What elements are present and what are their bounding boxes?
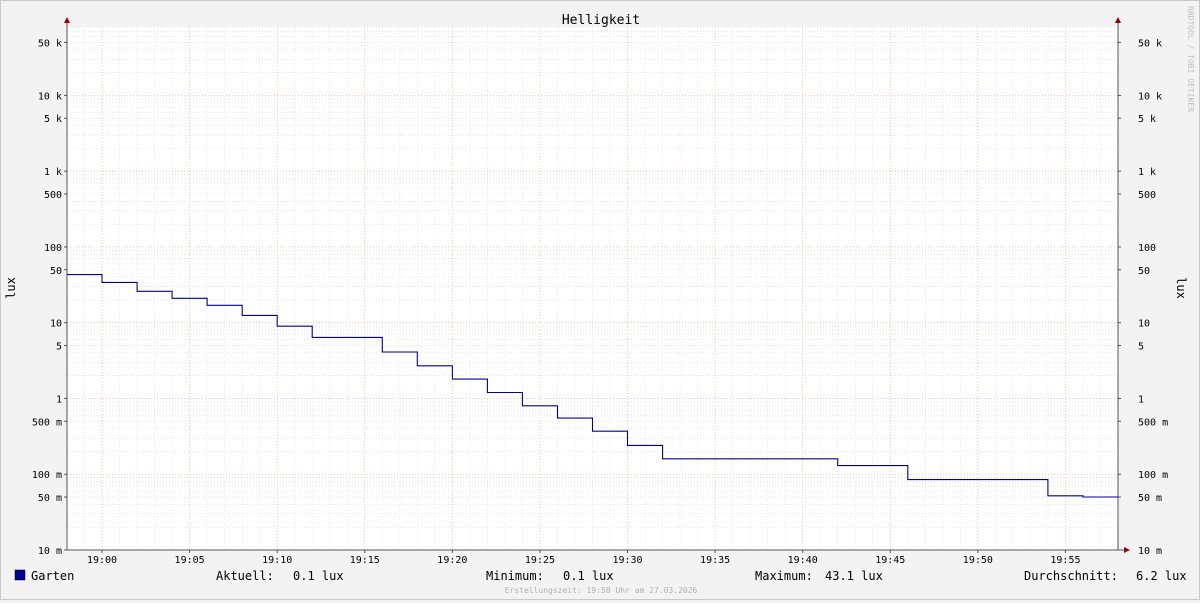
chart-title: Helligkeit [562, 13, 640, 28]
x-tick-label: 19:45 [875, 555, 905, 566]
brightness-chart: 50 k 50 k10 k 10 k5 k5 k1 k1 k500 500100 100… [4, 6, 1195, 595]
y-tick-label-right: 10 m [1138, 546, 1162, 557]
x-tick-label: 19:10 [262, 555, 292, 566]
legend-avg-label: Durchschnitt: [1024, 569, 1118, 583]
y-tick-label-left: 10 m [38, 546, 62, 557]
x-tick-label: 19:30 [612, 555, 642, 566]
x-tick-label: 19:50 [963, 555, 993, 566]
legend-current-label: Aktuell: [216, 569, 274, 583]
legend-min-label: Minimum: [486, 569, 544, 583]
y-tick-label-right: 500 m [1138, 417, 1168, 428]
legend-avg-value: 6.2 lux [1136, 569, 1187, 583]
y-tick-label-left: 50 [50, 266, 62, 277]
y-tick-label-right: 50 k [1138, 38, 1162, 49]
x-axis-arrow [1124, 547, 1130, 553]
y-tick-label-left: 50 k [38, 38, 62, 49]
x-tick-label: 19:20 [437, 555, 467, 566]
y-tick-label-left: 10 [50, 319, 62, 330]
x-tick-label: 19:35 [700, 555, 730, 566]
legend-current-value: 0.1 lux [293, 569, 344, 583]
x-tick-label: 19:40 [788, 555, 818, 566]
y-tick-label-left: 1 k [44, 167, 62, 178]
y-tick-label-right: 50 m [1138, 493, 1162, 504]
legend-max-value: 43.1 lux [825, 569, 883, 583]
y-axis-label-left: lux [4, 277, 18, 299]
x-tick-label: 19:00 [87, 555, 117, 566]
y-tick-label-left: 500 m [32, 417, 62, 428]
y-tick-label-right: 100 [1138, 243, 1156, 254]
y-axis-arrow-right [1115, 17, 1121, 23]
y-tick-label-right: 500 [1138, 190, 1156, 201]
y-tick-label-right: 10 k [1138, 91, 1162, 102]
chart-frame: 50 k 50 k 10 k 10 k5 k5 k1 k1 k 500 500 100 100… [0, 0, 1200, 600]
y-tick-label-left: 5 [56, 342, 62, 353]
creation-timestamp: Erstellungszeit: 19:58 Uhr am 27.03.2026 [505, 586, 698, 595]
grid [66, 26, 1119, 551]
y-tick-label-right: 100 m [1138, 470, 1168, 481]
y-tick-label-right: 5 [1138, 342, 1144, 353]
legend-max-label: Maximum: [755, 569, 813, 583]
y-tick-label-left: 500 [44, 190, 62, 201]
y-tick-label-left: 100 m [32, 470, 62, 481]
legend-series-name: Garten [31, 569, 74, 583]
y-tick-label-left: 10 k [38, 91, 62, 102]
y-tick-label-left: 5 k [44, 114, 62, 125]
x-tick-label: 19:55 [1050, 555, 1080, 566]
x-tick-label: 19:15 [350, 555, 380, 566]
y-tick-label-right: 50 [1138, 266, 1150, 277]
y-tick-label-left: 100 [44, 243, 62, 254]
x-tick-label: 19:25 [525, 555, 555, 566]
legend-swatch-garten [14, 569, 26, 581]
rrdtool-watermark: RRDTOOL / TOBI OETIKER [1186, 6, 1195, 112]
y-tick-label-left: 50 m [38, 493, 62, 504]
y-tick-label-right: 5 k [1138, 114, 1156, 125]
x-tick-label: 19:05 [175, 555, 205, 566]
y-axis-label-right: lux [1174, 277, 1188, 299]
y-tick-label-right: 1 k [1138, 167, 1156, 178]
legend-min-value: 0.1 lux [563, 569, 614, 583]
y-tick-label-left: 1 [56, 394, 62, 405]
y-axis-arrow-left [64, 17, 70, 23]
y-tick-label-right: 10 [1138, 319, 1150, 330]
y-tick-label-right: 1 [1138, 394, 1144, 405]
